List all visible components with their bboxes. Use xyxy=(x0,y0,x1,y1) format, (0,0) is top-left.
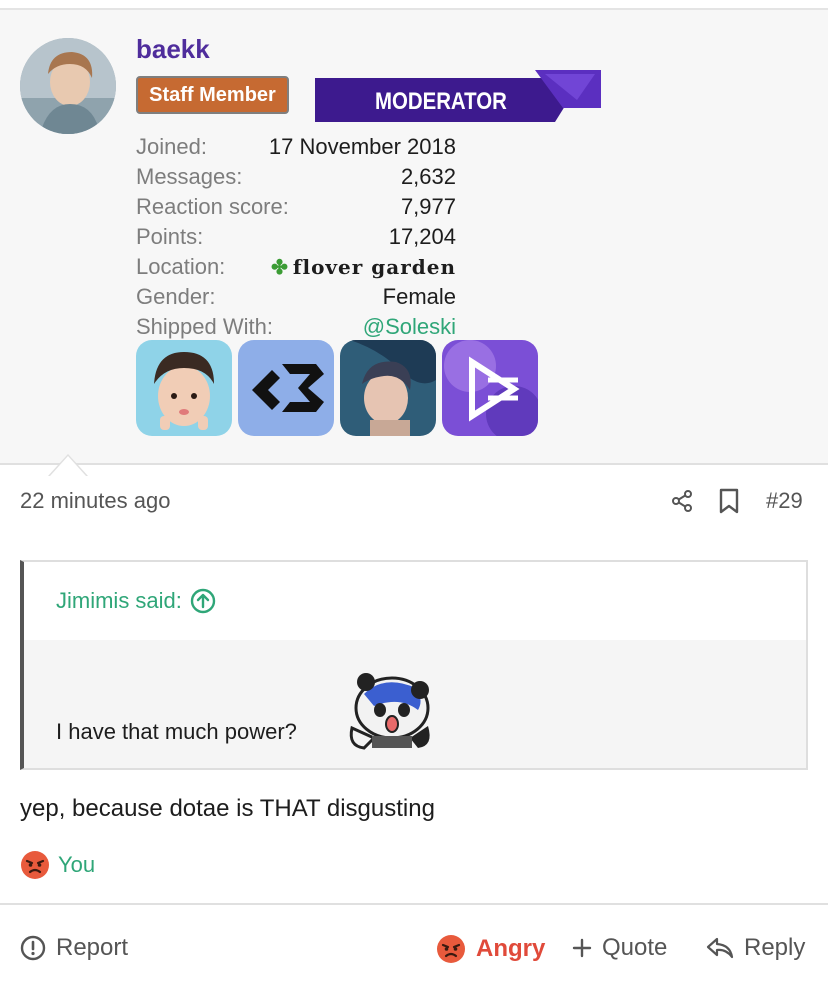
quote-header: Jimimis said: xyxy=(24,562,806,640)
reaction-summary-label[interactable]: You xyxy=(58,852,95,878)
post-message: yep, because dotae is THAT disgusting xyxy=(20,795,435,822)
shipped-with-link[interactable]: @Soleski xyxy=(363,312,456,342)
info-label: Location: xyxy=(136,254,226,279)
share-icon[interactable] xyxy=(670,489,694,513)
angry-face-icon xyxy=(437,935,465,963)
quote-author-link[interactable]: Jimimis said: xyxy=(56,588,216,614)
username[interactable]: baekk xyxy=(136,34,210,65)
ship-logo-blue[interactable] xyxy=(238,340,334,436)
moderator-banner-text: MODERATOR xyxy=(375,88,507,115)
info-value: Female xyxy=(382,284,456,309)
post-number-link[interactable]: #29 xyxy=(766,488,803,514)
location-text: flover garden xyxy=(292,255,456,279)
bookmark-icon[interactable] xyxy=(718,488,740,514)
ship-avatar-portrait[interactable] xyxy=(340,340,436,436)
info-label: Gender: xyxy=(136,284,216,309)
report-button[interactable]: Report xyxy=(20,934,128,962)
reply-button[interactable]: Reply xyxy=(706,934,805,962)
info-label: Reaction score: xyxy=(136,194,289,219)
info-value: 17 November 2018 xyxy=(268,134,456,159)
clover-icon: ✤ xyxy=(271,255,289,279)
reaction-summary[interactable]: You xyxy=(20,850,95,880)
angry-face-icon xyxy=(21,851,49,879)
info-label: Joined: xyxy=(136,134,207,159)
info-label: Shipped With: xyxy=(136,314,273,339)
reaction-score-row: Reaction score: 7,977 xyxy=(136,192,456,222)
plus-icon xyxy=(572,938,592,958)
footer-divider xyxy=(0,903,828,905)
moderator-banner: MODERATOR xyxy=(315,70,601,122)
reply-label: Reply xyxy=(744,934,806,961)
quote-block: Jimimis said: I have that much power? xyxy=(20,560,808,770)
angry-reaction-button[interactable]: Angry xyxy=(436,934,545,964)
info-value: 7,977 xyxy=(400,194,456,219)
arrow-up-circle-icon[interactable] xyxy=(190,588,216,614)
post-timestamp[interactable]: 22 minutes ago xyxy=(20,488,170,514)
shipped-with-row: Shipped With: @Soleski xyxy=(136,312,456,342)
alert-circle-icon xyxy=(20,935,46,961)
points-row: Points: 17,204 xyxy=(136,222,456,252)
panda-shocked-sticker xyxy=(349,673,430,750)
info-value: 17,204 xyxy=(388,224,456,249)
info-label: Messages: xyxy=(136,164,243,189)
gender-row: Gender: Female xyxy=(136,282,456,312)
messages-row: Messages: 2,632 xyxy=(136,162,456,192)
panel-pointer xyxy=(50,456,86,476)
quote-text: I have that much power? xyxy=(56,719,297,744)
joined-row: Joined: 17 November 2018 xyxy=(136,132,456,162)
info-label: Points: xyxy=(136,224,204,249)
quote-author: Jimimis said: xyxy=(56,588,182,613)
quote-button[interactable]: Quote xyxy=(572,934,667,962)
ship-logo-purple[interactable] xyxy=(442,340,538,436)
user-info-panel: baekk Staff Member MODERATOR Joined: 17 … xyxy=(0,10,828,476)
staff-member-badge: Staff Member xyxy=(136,76,289,114)
angry-label: Angry xyxy=(476,935,546,962)
info-value: 2,632 xyxy=(400,164,456,189)
ship-avatar-child[interactable] xyxy=(136,340,232,436)
report-label: Report xyxy=(56,934,129,961)
user-stats: Joined: 17 November 2018 Messages: 2,632… xyxy=(136,132,456,342)
ship-icons xyxy=(136,340,538,436)
reply-arrow-icon xyxy=(706,937,734,959)
user-avatar[interactable] xyxy=(20,38,116,134)
quote-label: Quote xyxy=(602,934,668,961)
location-row: Location: ✤ flover garden xyxy=(136,252,456,282)
location-value: ✤ flover garden xyxy=(271,252,456,282)
